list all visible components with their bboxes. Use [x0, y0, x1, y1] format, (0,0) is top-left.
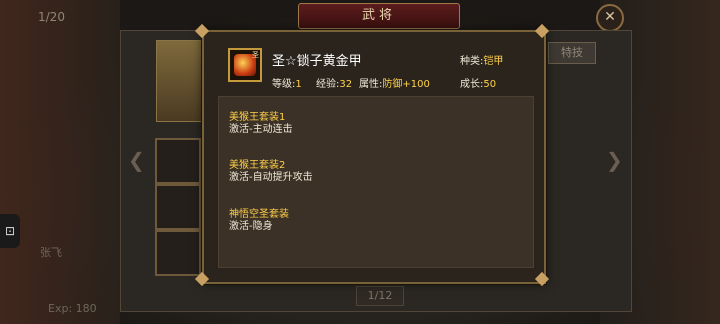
- set-bonus-desc: 激活-自动提升攻击: [229, 172, 313, 183]
- chevron-right-icon[interactable]: ❯: [606, 148, 623, 172]
- equipment-slot-accessory[interactable]: [155, 230, 201, 276]
- armor-item-icon: 圣: [228, 48, 262, 82]
- item-attribute: 属性:防御+100: [359, 79, 430, 90]
- set-bonus-desc: 激活-主动连击: [229, 124, 293, 135]
- set-bonus-desc: 激活-隐身: [229, 221, 273, 232]
- skill-tab-button[interactable]: 特技: [548, 42, 596, 64]
- item-type: 种类:铠甲: [460, 56, 504, 67]
- side-menu-icon[interactable]: ⊡: [0, 214, 20, 248]
- page-count: 1/20: [38, 10, 65, 24]
- hero-name: 张飞: [40, 246, 62, 259]
- window-title: 武将: [298, 3, 460, 29]
- hero-exp: Exp: 180: [48, 302, 97, 315]
- page-indicator: 1/12: [356, 286, 404, 306]
- chevron-left-icon[interactable]: ❮: [128, 148, 145, 172]
- close-icon[interactable]: ✕: [596, 4, 624, 32]
- item-exp: 经验:32: [316, 79, 353, 90]
- left-background-art: [0, 0, 120, 324]
- item-level: 等级:1: [272, 79, 302, 90]
- item-growth: 成长:50: [460, 79, 497, 90]
- equipment-slot-armor[interactable]: [155, 184, 201, 230]
- item-name: 圣☆锁子黄金甲: [272, 54, 362, 69]
- equipment-slot-weapon[interactable]: [155, 138, 201, 184]
- item-grade-tag: 圣: [252, 51, 259, 59]
